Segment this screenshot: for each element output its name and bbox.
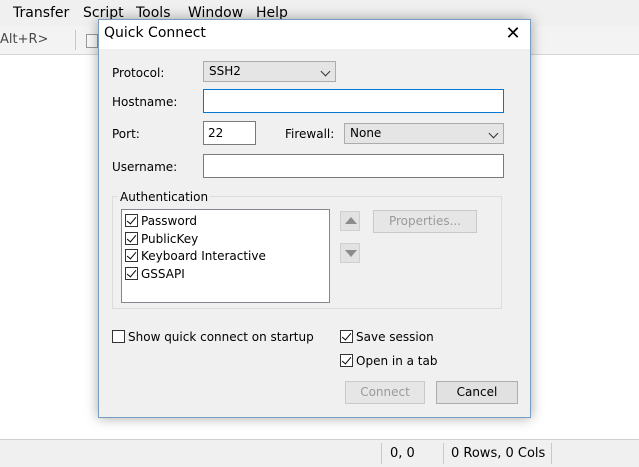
chevron-down-icon <box>488 128 499 139</box>
save-session-option[interactable]: Save session <box>340 330 434 344</box>
list-item-publickey[interactable]: PublicKey <box>125 231 198 247</box>
arrow-down-icon <box>345 250 357 257</box>
publickey-checkbox[interactable] <box>125 232 138 245</box>
authentication-methods-list[interactable]: Password PublicKey Keyboard Interactive … <box>121 209 330 303</box>
chevron-down-icon <box>320 66 331 77</box>
firewall-label: Firewall: <box>285 127 335 141</box>
menu-transfer[interactable]: Transfer <box>13 5 69 21</box>
status-separator <box>551 443 552 464</box>
username-field[interactable] <box>203 154 504 178</box>
connect-button[interactable]: Connect <box>345 381 425 404</box>
toolbar-separator <box>75 30 76 50</box>
show-on-startup-checkbox[interactable] <box>112 330 125 343</box>
port-field[interactable]: 22 <box>203 121 256 145</box>
move-down-button[interactable] <box>340 243 360 263</box>
toolbar-shortcut-text[interactable]: Alt+R> <box>0 32 48 47</box>
firewall-select[interactable]: None <box>344 123 504 144</box>
username-label: Username: <box>112 160 178 174</box>
document-icon[interactable] <box>86 34 98 48</box>
show-on-startup-label: Show quick connect on startup <box>128 330 314 344</box>
list-item-label: Password <box>141 214 198 228</box>
password-checkbox[interactable] <box>125 214 138 227</box>
close-icon[interactable]: ✕ <box>496 20 530 49</box>
protocol-label: Protocol: <box>112 66 165 80</box>
protocol-select[interactable]: SSH2 <box>203 61 336 82</box>
list-item-password[interactable]: Password <box>125 213 197 229</box>
port-label: Port: <box>112 127 140 141</box>
status-size: 0 Rows, 0 Cols <box>451 446 546 461</box>
status-bar: 0, 0 0 Rows, 0 Cols <box>0 439 639 467</box>
open-in-tab-label: Open in a tab <box>356 354 438 368</box>
list-item-label: GSSAPI <box>141 267 185 281</box>
quick-connect-dialog: Quick Connect ✕ Protocol: SSH2 Hostname:… <box>98 19 531 418</box>
open-in-tab-option[interactable]: Open in a tab <box>340 354 437 368</box>
authentication-group-label: Authentication <box>118 190 211 204</box>
save-session-label: Save session <box>356 330 434 344</box>
save-session-checkbox[interactable] <box>340 330 353 343</box>
gssapi-checkbox[interactable] <box>125 267 138 280</box>
list-item-label: Keyboard Interactive <box>141 249 266 263</box>
status-separator <box>381 443 382 464</box>
dialog-titlebar: Quick Connect ✕ <box>99 20 530 49</box>
dialog-title: Quick Connect <box>104 25 206 41</box>
list-item-keyboard-interactive[interactable]: Keyboard Interactive <box>125 248 266 264</box>
show-on-startup-option[interactable]: Show quick connect on startup <box>112 330 314 344</box>
arrow-up-icon <box>345 217 357 224</box>
cancel-button[interactable]: Cancel <box>436 381 518 404</box>
move-up-button[interactable] <box>340 211 360 231</box>
hostname-label: Hostname: <box>112 95 178 109</box>
status-separator <box>443 443 444 464</box>
open-in-tab-checkbox[interactable] <box>340 354 353 367</box>
keyboard-interactive-checkbox[interactable] <box>125 249 138 262</box>
status-cursor-position: 0, 0 <box>390 446 415 461</box>
properties-button[interactable]: Properties... <box>373 210 477 233</box>
firewall-value: None <box>350 126 382 140</box>
hostname-field[interactable] <box>203 89 504 113</box>
protocol-value: SSH2 <box>209 64 241 78</box>
list-item-gssapi[interactable]: GSSAPI <box>125 266 185 282</box>
list-item-label: PublicKey <box>141 232 199 246</box>
